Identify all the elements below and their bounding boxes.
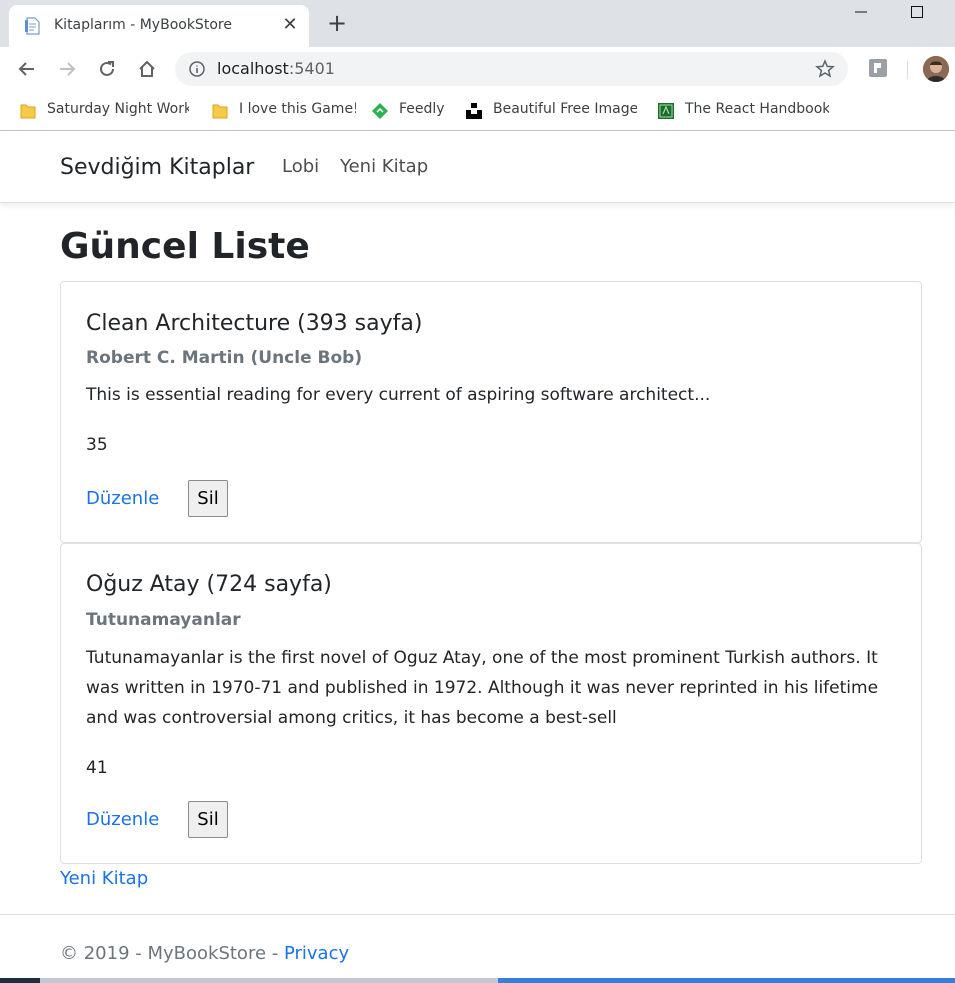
tab-title: Kitaplarım - MyBookStore	[54, 17, 232, 33]
book-card: Clean Architecture (393 sayfa) Robert C.…	[60, 281, 922, 543]
address-bar[interactable]: localhost:5401	[175, 52, 848, 86]
bookmark-item[interactable]: I love this Game!	[211, 100, 356, 122]
edit-link[interactable]: Düzenle	[86, 809, 159, 830]
book-subtitle: Robert C. Martin (Uncle Bob)	[86, 348, 363, 368]
url-port: :5401	[288, 59, 335, 78]
folder-icon	[19, 102, 37, 120]
book-description: This is essential reading for every curr…	[86, 385, 711, 405]
home-icon[interactable]	[136, 58, 158, 80]
delete-button[interactable]: Sil	[188, 801, 228, 838]
taskbar-segment	[498, 978, 955, 983]
unsplash-icon	[465, 102, 483, 120]
nav-link-lobi[interactable]: Lobi	[282, 156, 319, 177]
nav-link-new-book[interactable]: Yeni Kitap	[340, 156, 428, 177]
navbar-brand[interactable]: Sevdiğim Kitaplar	[60, 155, 254, 180]
browser-tabstrip: Kitaplarım - MyBookStore ✕ +	[0, 0, 955, 47]
forward-icon[interactable]	[56, 58, 78, 80]
feedly-icon	[371, 102, 389, 120]
profile-avatar[interactable]	[923, 56, 949, 82]
bookmark-item[interactable]: Beautiful Free Images	[465, 100, 637, 122]
back-icon[interactable]	[16, 58, 38, 80]
taskbar-edge	[0, 978, 955, 983]
bookmark-label: The React Handbook	[685, 101, 829, 117]
browser-toolbar: localhost:5401	[0, 47, 955, 92]
taskbar-segment	[0, 978, 40, 983]
url-text: localhost:5401	[217, 59, 335, 78]
page-favicon-icon	[25, 17, 41, 35]
browser-tab[interactable]: Kitaplarım - MyBookStore ✕	[9, 5, 309, 47]
url-host: localhost	[217, 59, 289, 78]
book-count: 35	[86, 435, 108, 455]
book-icon	[657, 102, 675, 120]
footer: © 2019 - MyBookStore - Privacy	[60, 943, 349, 964]
new-tab-icon[interactable]: +	[326, 11, 348, 35]
bookmark-label: Beautiful Free Images	[493, 101, 637, 117]
extension-icon[interactable]	[868, 58, 888, 78]
new-book-link[interactable]: Yeni Kitap	[60, 868, 148, 889]
toolbar-divider	[907, 61, 908, 79]
bookmark-star-icon[interactable]	[815, 59, 835, 79]
book-title: Oğuz Atay (724 sayfa)	[86, 572, 332, 597]
edit-link[interactable]: Düzenle	[86, 488, 159, 509]
footer-divider	[0, 914, 955, 915]
book-subtitle: Tutunamayanlar	[86, 610, 241, 630]
bookmark-label: I love this Game!	[239, 101, 356, 117]
site-navbar: Sevdiğim Kitaplar Lobi Yeni Kitap	[0, 131, 955, 203]
reload-icon[interactable]	[96, 58, 118, 80]
book-description: Tutunamayanlar is the first novel of Ogu…	[86, 648, 879, 728]
tab-close-icon[interactable]: ✕	[281, 15, 299, 35]
bookmark-label: Saturday Night Works	[47, 101, 189, 117]
bookmark-label: Feedly	[399, 101, 445, 117]
footer-copyright: © 2019 - MyBookStore -	[60, 943, 284, 964]
book-card: Oğuz Atay (724 sayfa) Tutunamayanlar Tut…	[60, 543, 922, 864]
minimize-window-icon[interactable]	[854, 3, 868, 17]
site-info-icon[interactable]	[189, 61, 205, 77]
bookmark-item[interactable]: The React Handbook	[657, 100, 829, 122]
delete-button[interactable]: Sil	[188, 480, 228, 517]
book-count: 41	[86, 758, 108, 778]
privacy-link[interactable]: Privacy	[284, 943, 349, 964]
maximize-window-icon[interactable]	[911, 6, 923, 18]
bookmark-item[interactable]: Feedly	[371, 100, 451, 122]
bookmark-item[interactable]: Saturday Night Works	[19, 100, 189, 122]
bookmarks-bar: Saturday Night Works I love this Game! F…	[0, 92, 955, 131]
page-title: Güncel Liste	[60, 226, 310, 267]
folder-icon	[211, 102, 229, 120]
book-title: Clean Architecture (393 sayfa)	[86, 311, 423, 336]
